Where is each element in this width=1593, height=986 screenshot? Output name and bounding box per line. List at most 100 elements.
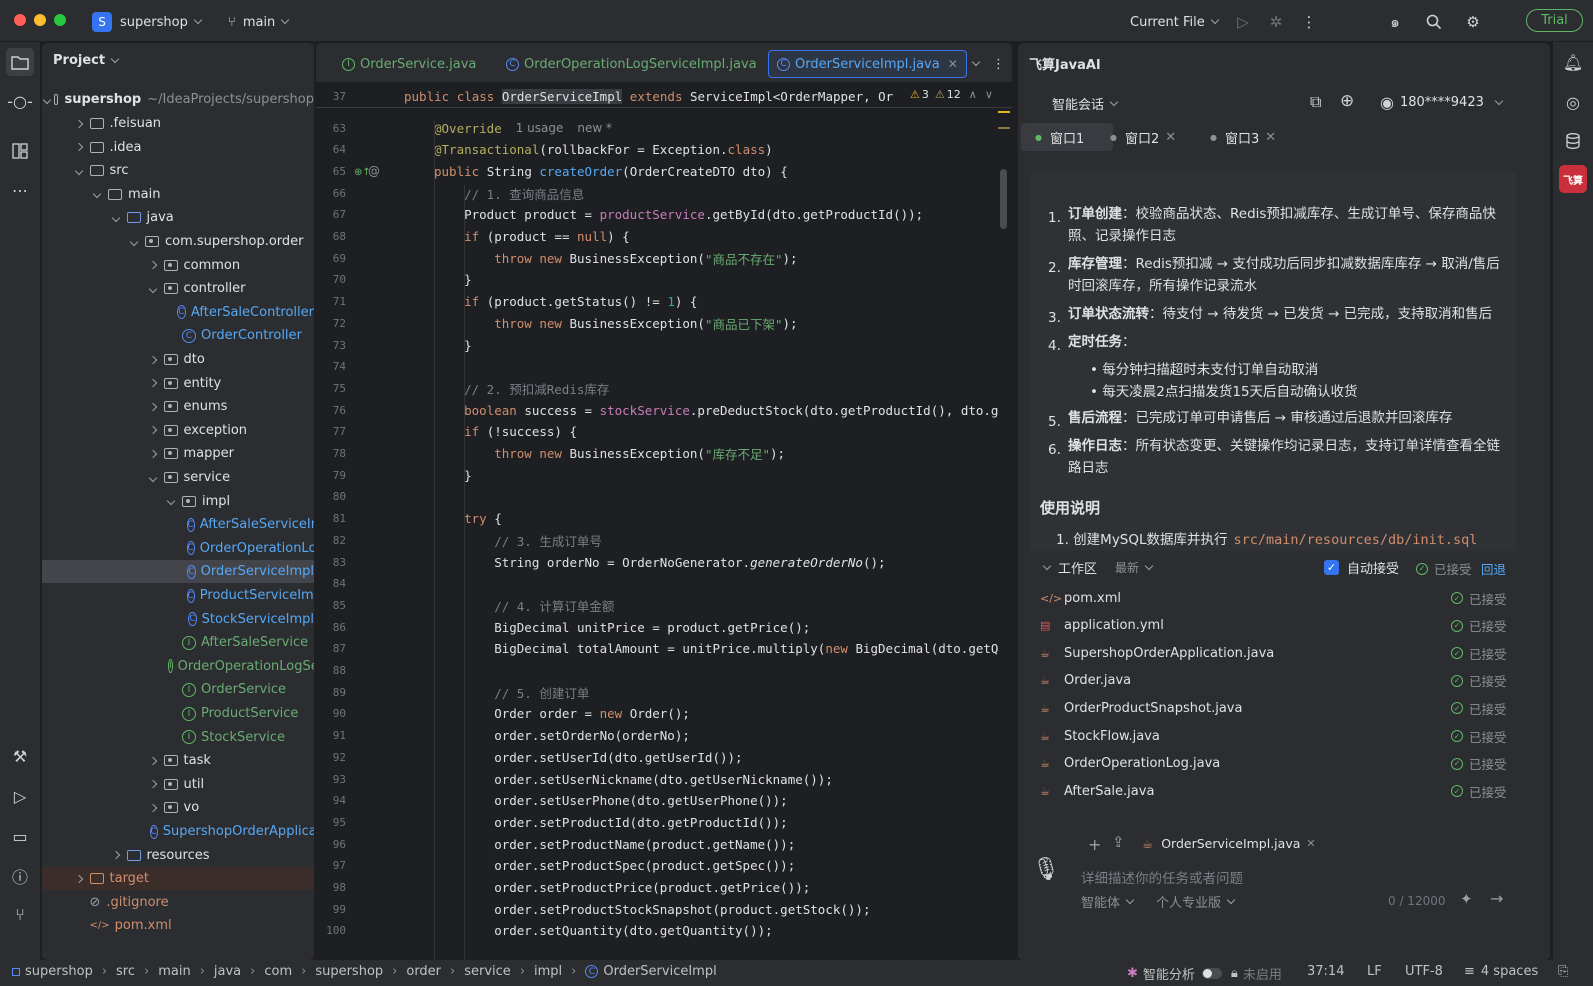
- editor-scrollbar[interactable]: [1000, 169, 1007, 229]
- tree-item[interactable]: I OrderService: [42, 678, 314, 701]
- breadcrumb-item[interactable]: main: [158, 964, 190, 979]
- line-separator[interactable]: LF: [1367, 964, 1382, 979]
- tree-item[interactable]: C AfterSaleServiceImpl: [42, 513, 314, 536]
- add-context-icon[interactable]: +: [1088, 835, 1101, 854]
- tree-item[interactable]: dto: [42, 348, 314, 371]
- usage-path[interactable]: src/main/resources/db/init.sql: [1234, 532, 1478, 548]
- read-only-lock-icon[interactable]: ⎘: [1558, 964, 1568, 979]
- problems-icon[interactable]: ⓘ: [6, 862, 34, 890]
- expand-arrow-icon[interactable]: [146, 260, 160, 270]
- tree-item[interactable]: common: [42, 254, 314, 277]
- trial-badge[interactable]: Trial: [1526, 9, 1583, 32]
- tree-item[interactable]: I AfterSaleService: [42, 631, 314, 654]
- tree-item[interactable]: enums: [42, 395, 314, 418]
- expand-arrow-icon[interactable]: [146, 402, 160, 411]
- tabs-more-icon[interactable]: ⋮: [984, 50, 1012, 78]
- git-icon[interactable]: ⑂: [6, 900, 34, 928]
- code-line[interactable]: 73 }: [316, 334, 1012, 356]
- workspace-file[interactable]: ▤ application.yml ✓ 已接受: [1040, 613, 1510, 639]
- chat-window-tab-2[interactable]: ● 窗口2 ✕: [1110, 123, 1176, 151]
- context-file-chip[interactable]: ☕︎ OrderServiceImpl.java ✕: [1142, 836, 1316, 851]
- smart-analysis-toggle[interactable]: ✱ 智能分析 🔒︎ 未启用: [1127, 964, 1282, 983]
- gear-icon[interactable]: ⚙: [1462, 11, 1484, 33]
- code-line[interactable]: 93 order.setUserNickname(dto.getUserNick…: [316, 768, 1012, 790]
- workspace-toggle[interactable]: 工作区 最新: [1042, 558, 1154, 577]
- close-tab-icon[interactable]: ✕: [948, 57, 958, 71]
- prev-highlight-icon[interactable]: ∧: [969, 88, 977, 101]
- code-line[interactable]: 90 Order order = new Order();: [316, 703, 1012, 725]
- expand-arrow-icon[interactable]: [146, 756, 160, 765]
- tree-item[interactable]: src: [42, 159, 314, 182]
- plan-selector[interactable]: 个人专业版: [1156, 892, 1236, 911]
- workspace-file[interactable]: ☕︎ OrderOperationLog.java ✓ 已接受: [1040, 751, 1510, 777]
- code-line[interactable]: 81 try {: [316, 508, 1012, 530]
- code-line[interactable]: 66 // 1. 查询商品信息: [316, 182, 1012, 204]
- run-config-selector[interactable]: Current File: [1130, 11, 1219, 33]
- tree-item[interactable]: C StockServiceImpl: [42, 608, 314, 631]
- upload-icon[interactable]: ⇪: [1112, 833, 1125, 851]
- tree-item[interactable]: C OrderController: [42, 324, 314, 347]
- workspace-file[interactable]: </> pom.xml ✓ 已接受: [1040, 585, 1510, 611]
- workspace-file[interactable]: ☕︎ StockFlow.java ✓ 已接受: [1040, 723, 1510, 749]
- caret-position[interactable]: 37:14: [1307, 964, 1344, 979]
- account-menu[interactable]: ◉ 180****9423: [1380, 93, 1504, 112]
- sticky-class-header[interactable]: 37 public class OrderServiceImpl extends…: [316, 84, 1012, 108]
- code-line[interactable]: 79 }: [316, 464, 1012, 486]
- ai-spiral-icon[interactable]: ๑: [1384, 11, 1406, 33]
- close-tab-icon[interactable]: ✕: [1165, 130, 1176, 145]
- code-line[interactable]: 100 order.setQuantity(dto.getQuantity())…: [316, 920, 1012, 942]
- close-window-button[interactable]: [14, 14, 26, 26]
- code-line[interactable]: 98 order.setProductPrice(product.getPric…: [316, 877, 1012, 899]
- feisuan-logo-icon[interactable]: 飞算: [1559, 165, 1587, 193]
- run-icon[interactable]: ▷: [1232, 11, 1254, 33]
- code-line[interactable]: 77 if (!success) {: [316, 421, 1012, 443]
- expand-arrow-icon[interactable]: [72, 119, 86, 128]
- notifications-bell-icon[interactable]: 🔔︎: [1559, 48, 1587, 76]
- minimize-window-button[interactable]: [34, 14, 46, 26]
- tab-order-service[interactable]: I OrderService.java: [334, 50, 484, 78]
- toggle-switch[interactable]: [1201, 968, 1222, 979]
- debug-icon[interactable]: ✲: [1265, 11, 1287, 33]
- expand-arrow-icon[interactable]: [146, 803, 160, 813]
- branch-switcher[interactable]: ⑂ main: [228, 11, 290, 33]
- tree-item[interactable]: I ProductService: [42, 702, 314, 725]
- code-line[interactable]: 87 BigDecimal totalAmount = unitPrice.mu…: [316, 638, 1012, 660]
- tree-item[interactable]: I OrderOperationLogService: [42, 655, 314, 678]
- workspace-file[interactable]: ☕︎ OrderProductSnapshot.java ✓ 已接受: [1040, 695, 1510, 721]
- expand-arrow-icon[interactable]: [90, 190, 104, 199]
- tree-item[interactable]: C OrderOperationLogServiceImpl: [42, 537, 314, 560]
- code-line[interactable]: 82 // 3. 生成订单号: [316, 529, 1012, 551]
- database-icon[interactable]: [1559, 127, 1587, 155]
- indent-setting[interactable]: ≡ 4 spaces: [1464, 964, 1538, 979]
- code-line[interactable]: 83 String orderNo = OrderNoGenerator. gen…: [316, 551, 1012, 573]
- project-panel-header[interactable]: Project: [53, 53, 120, 68]
- tree-item[interactable]: ⊘ .gitignore: [42, 891, 314, 914]
- tree-item[interactable]: service: [42, 466, 314, 489]
- rollback-button[interactable]: 回退: [1481, 559, 1506, 578]
- code-line[interactable]: 88: [316, 660, 1012, 682]
- new-window-icon[interactable]: ⧉: [1310, 92, 1321, 112]
- code-line[interactable]: 86 BigDecimal unitPrice = product.getPri…: [316, 616, 1012, 638]
- tree-item[interactable]: impl: [42, 490, 314, 513]
- expand-arrow-icon[interactable]: [146, 449, 160, 459]
- code-line[interactable]: 78 throw new BusinessException("库存不足");: [316, 443, 1012, 465]
- code-line[interactable]: 74: [316, 356, 1012, 378]
- maximize-window-button[interactable]: [54, 14, 66, 26]
- tree-root[interactable]: supershop ~/IdeaProjects/supershop: [42, 88, 314, 111]
- breadcrumb-item[interactable]: order: [406, 964, 441, 979]
- tree-item[interactable]: controller: [42, 277, 314, 300]
- expand-arrow-icon[interactable]: [127, 237, 141, 246]
- breadcrumb-item[interactable]: supershop: [315, 964, 383, 979]
- structure-icon[interactable]: [6, 137, 34, 165]
- expand-arrow-icon[interactable]: [72, 166, 86, 175]
- inspection-widget[interactable]: ⚠ 3 ⚠ 12 ∧ ∨: [910, 88, 993, 101]
- tabs-dropdown-icon[interactable]: [958, 50, 987, 78]
- chat-window-tab-1[interactable]: ● 窗口1: [1021, 123, 1113, 151]
- tree-item[interactable]: .idea: [42, 136, 314, 159]
- expand-arrow-icon[interactable]: [72, 874, 86, 883]
- code-line[interactable]: 99 order.setProductStockSnapshot(product…: [316, 898, 1012, 920]
- next-highlight-icon[interactable]: ∨: [985, 88, 993, 101]
- code-line[interactable]: 97 order.setProductSpec(product.getSpec(…: [316, 855, 1012, 877]
- build-hammer-icon[interactable]: ⚒: [6, 742, 34, 770]
- code-line[interactable]: 85 // 4. 计算订单金额: [316, 594, 1012, 616]
